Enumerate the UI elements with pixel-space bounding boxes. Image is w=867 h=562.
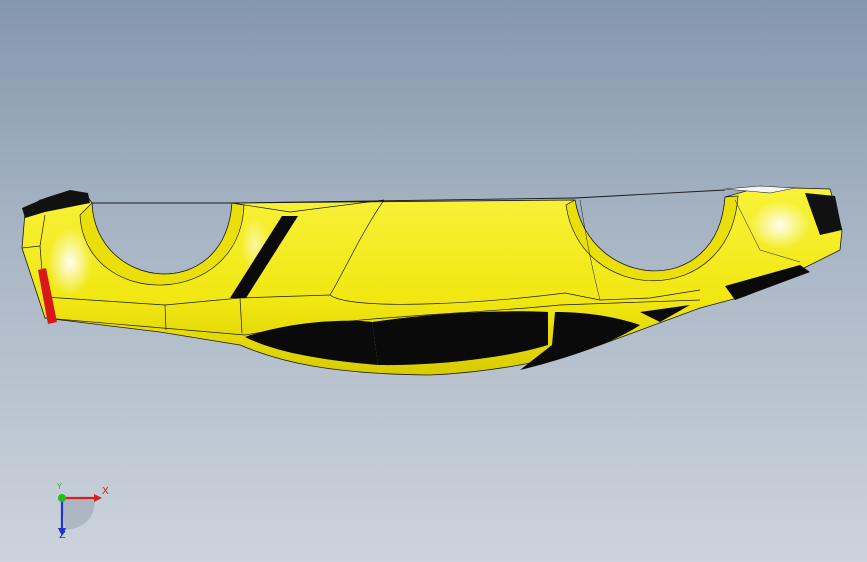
top-outline	[574, 189, 726, 199]
car-body-model[interactable]	[0, 0, 867, 562]
body-highlight	[750, 201, 810, 249]
triad-shadow	[62, 498, 95, 530]
x-axis-arrow	[94, 494, 102, 502]
y-axis-dot	[58, 494, 66, 502]
graphics-viewport[interactable]: X Y Z	[0, 0, 867, 562]
body-highlight	[48, 228, 92, 296]
z-axis-label: Z	[59, 530, 66, 541]
x-axis-label: X	[102, 486, 109, 497]
y-axis-label: Y	[57, 482, 62, 491]
